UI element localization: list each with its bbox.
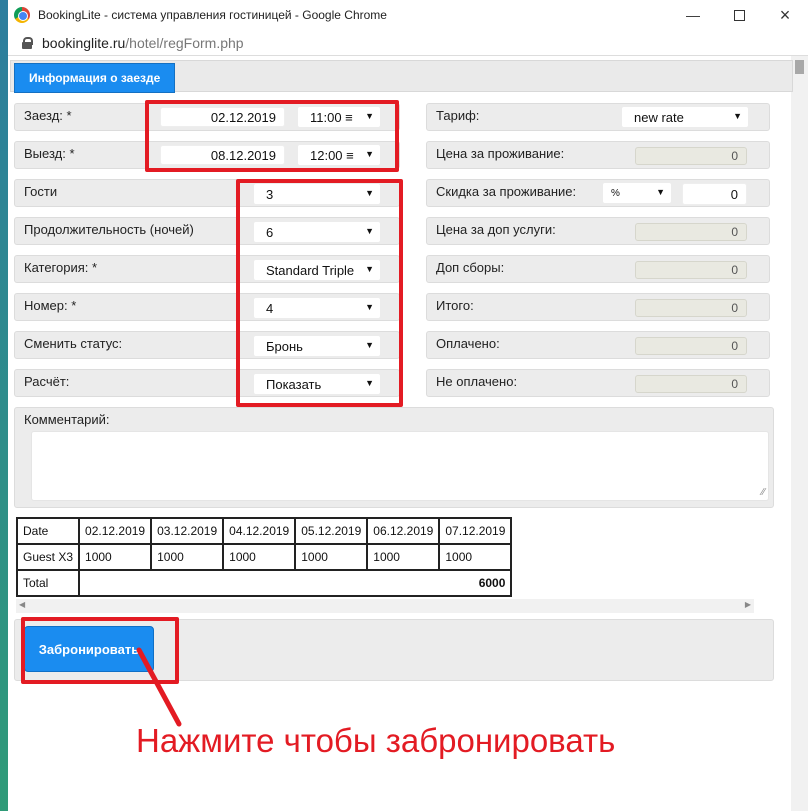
table-total-label: Total — [15, 569, 81, 597]
status-label: Сменить статус: — [24, 336, 123, 351]
table-cell: 1000 — [438, 543, 513, 571]
window-title: BookingLite - система управления гостини… — [38, 8, 387, 22]
checkin-label: Заезд: * — [24, 108, 72, 123]
maximize-button[interactable] — [716, 0, 762, 30]
desktop-background-strip — [0, 0, 8, 811]
table-cell: 1000 — [150, 543, 225, 571]
annotation-box-selects — [236, 179, 403, 407]
discount-row: Скидка за проживание: % ▼ 0 — [426, 179, 770, 207]
tariff-row: Тариф: new rate ▼ — [426, 103, 770, 131]
extra-fees-row: Доп сборы: 0 — [426, 255, 770, 283]
checkout-label: Выезд: * — [24, 146, 75, 161]
comment-section: Комментарий: ∕∕ — [14, 407, 774, 508]
extra-price-row: Цена за доп услуги: 0 — [426, 217, 770, 245]
close-icon: × — [779, 4, 791, 25]
discount-unit-select[interactable]: % ▼ — [602, 182, 672, 204]
vertical-scrollbar[interactable] — [791, 56, 808, 811]
tariff-select[interactable]: new rate ▼ — [621, 106, 749, 128]
minimize-icon: — — [686, 7, 700, 23]
table-header-row: Date 02.12.2019 03.12.2019 04.12.2019 05… — [15, 517, 513, 545]
unpaid-field: 0 — [635, 375, 747, 393]
unpaid-label: Не оплачено: — [436, 374, 518, 389]
table-cell: 06.12.2019 — [366, 517, 441, 545]
table-cell: 02.12.2019 — [78, 517, 153, 545]
table-cell: 03.12.2019 — [150, 517, 225, 545]
table-cell: 1000 — [294, 543, 369, 571]
minimize-button[interactable]: — — [670, 0, 716, 30]
comment-label: Комментарий: — [24, 412, 110, 427]
scroll-right-icon[interactable]: ▶ — [745, 600, 751, 609]
browser-window: BookingLite - система управления гостини… — [0, 0, 808, 811]
scrollbar-thumb[interactable] — [795, 60, 804, 74]
scroll-left-icon[interactable]: ◀ — [19, 600, 25, 609]
price-row: Цена за проживание: 0 — [426, 141, 770, 169]
price-field: 0 — [635, 147, 747, 165]
table-cell: 05.12.2019 — [294, 517, 369, 545]
extra-price-field: 0 — [635, 223, 747, 241]
paid-row: Оплачено: 0 — [426, 331, 770, 359]
guests-label: Гости — [24, 184, 58, 199]
total-row: Итого: 0 — [426, 293, 770, 321]
price-label: Цена за проживание: — [436, 146, 565, 161]
tariff-label: Тариф: — [436, 108, 480, 123]
calc-label: Расчёт: — [24, 374, 70, 389]
unpaid-row: Не оплачено: 0 — [426, 369, 770, 397]
discount-input[interactable]: 0 — [682, 183, 747, 205]
chrome-icon — [14, 7, 30, 23]
table-cell: Date — [15, 517, 81, 545]
close-button[interactable]: × — [762, 0, 808, 30]
maximize-icon — [733, 9, 745, 21]
resize-handle-icon[interactable]: ∕∕ — [762, 487, 765, 498]
annotation-box-button — [21, 617, 179, 684]
table-cell: 1000 — [222, 543, 297, 571]
discount-unit-value: % — [611, 187, 620, 199]
tab-checkin-info[interactable]: Информация о заезде — [14, 63, 176, 93]
table-row: Guest X3 1000 1000 1000 1000 1000 1000 — [15, 543, 513, 571]
comment-textarea[interactable]: ∕∕ — [31, 431, 769, 501]
total-label: Итого: — [436, 298, 474, 313]
paid-label: Оплачено: — [436, 336, 500, 351]
title-bar: BookingLite - система управления гостини… — [8, 0, 808, 30]
chevron-down-icon: ▼ — [731, 111, 742, 121]
extra-fees-field: 0 — [635, 261, 747, 279]
lock-icon — [22, 36, 33, 49]
table-total-row: Total 6000 — [15, 569, 513, 597]
category-label: Категория: * — [24, 260, 98, 275]
table-cell: 07.12.2019 — [438, 517, 513, 545]
chevron-down-icon: ▼ — [654, 187, 665, 197]
table-total-value: 6000 — [78, 569, 513, 597]
table-cell: 1000 — [366, 543, 441, 571]
table-cell: 1000 — [78, 543, 153, 571]
price-table: Date 02.12.2019 03.12.2019 04.12.2019 05… — [15, 517, 513, 597]
window-controls: — × — [670, 0, 808, 30]
nights-label: Продолжительность (ночей) — [24, 222, 194, 237]
discount-label: Скидка за проживание: — [436, 184, 577, 199]
table-cell: 04.12.2019 — [222, 517, 297, 545]
extra-fees-label: Доп сборы: — [436, 260, 505, 275]
address-bar[interactable]: bookinglite.ru/hotel/regForm.php — [8, 30, 808, 56]
annotation-hint-text: Нажмите чтобы забронировать — [136, 722, 616, 759]
page-content: Информация о заезде Заезд: * 02.12.2019 … — [8, 56, 808, 811]
horizontal-scrollbar[interactable]: ◀ ▶ — [16, 599, 754, 613]
tariff-value: new rate — [634, 109, 684, 125]
annotation-box-dates — [145, 100, 399, 172]
url-host: bookinglite.ru — [42, 34, 126, 51]
table-cell: Guest X3 — [15, 543, 81, 571]
room-label: Номер: * — [24, 298, 77, 313]
tab-bar: Информация о заезде — [10, 60, 793, 93]
paid-field: 0 — [635, 337, 747, 355]
total-field: 0 — [635, 299, 747, 317]
url-path: /hotel/regForm.php — [125, 34, 244, 51]
extra-price-label: Цена за доп услуги: — [436, 222, 556, 237]
